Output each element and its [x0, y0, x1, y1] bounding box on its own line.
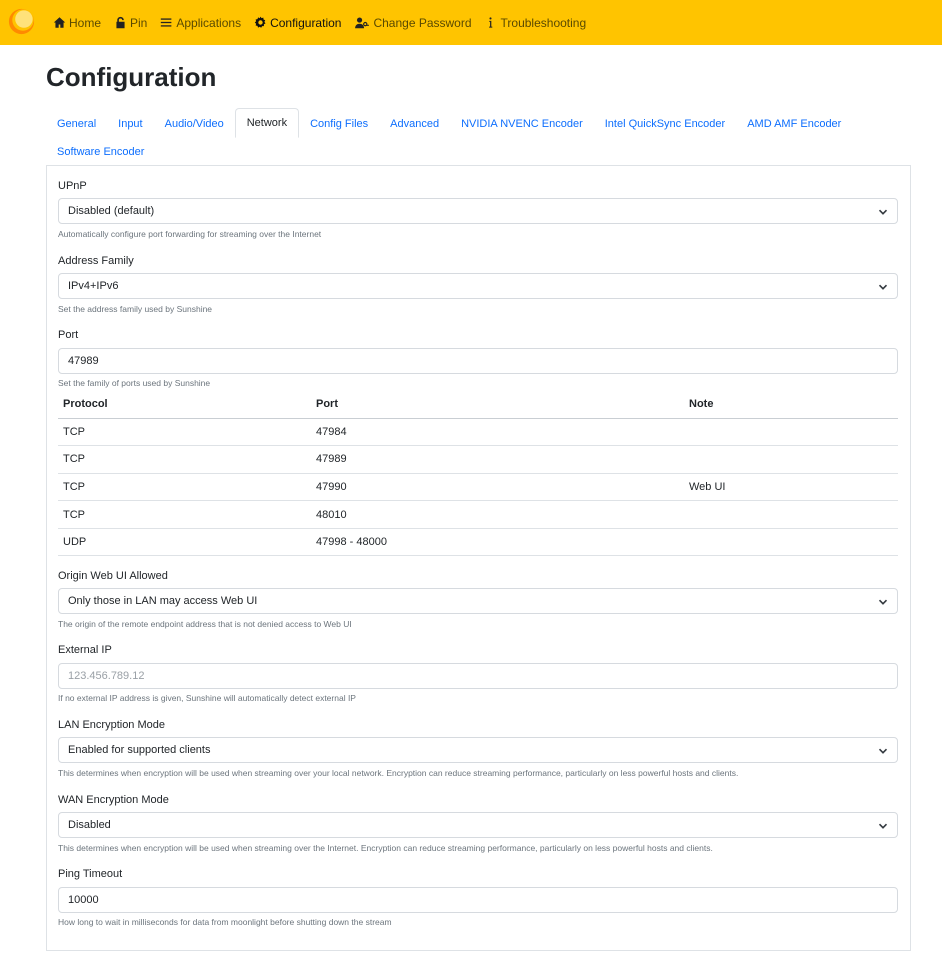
table-cell: UDP: [58, 528, 311, 557]
sunshine-logo-icon[interactable]: [6, 6, 37, 37]
nav-item-label: Pin: [130, 15, 148, 30]
ping-timeout-label: Ping Timeout: [58, 868, 123, 880]
chevron-down-icon: [878, 748, 888, 754]
nav-item-applications[interactable]: Applications: [159, 16, 241, 30]
table-cell: 48010: [311, 500, 684, 529]
external-ip-placeholder: 123.456.789.12: [68, 670, 145, 682]
table-cell: 47990: [311, 473, 684, 502]
table-cell: 47984: [311, 418, 684, 447]
list-icon: [159, 16, 173, 30]
table-header-port: Port: [311, 391, 684, 419]
tab-advanced[interactable]: Advanced: [379, 109, 450, 138]
nav-item-label: Change Password: [373, 15, 472, 30]
tab-amd-amf-encoder[interactable]: AMD AMF Encoder: [736, 109, 852, 138]
nav-item-configuration[interactable]: Configuration: [253, 16, 341, 30]
table-cell: 47998 - 48000: [311, 528, 684, 557]
tab-nvidia-nvenc-encoder[interactable]: NVIDIA NVENC Encoder: [450, 109, 594, 138]
external-ip-help: If no external IP address is given, Suns…: [58, 693, 356, 703]
lan-encryption-help: This determines when encryption will be …: [58, 768, 739, 778]
user-key-icon: [353, 16, 370, 30]
table-cell: [684, 418, 898, 447]
table-cell: [684, 528, 898, 557]
chevron-down-icon: [878, 209, 888, 215]
origin-web-ui-select-value: Only those in LAN may access Web UI: [68, 595, 258, 607]
port-label: Port: [58, 329, 79, 341]
info-icon: [484, 16, 498, 30]
table-cell: TCP: [58, 500, 311, 529]
chevron-down-icon: [878, 823, 888, 829]
tab-audio-video[interactable]: Audio/Video: [154, 109, 235, 138]
upnp-help: Automatically configure port forwarding …: [58, 229, 322, 239]
lan-encryption-label: LAN Encryption Mode: [58, 719, 165, 731]
origin-web-ui-select[interactable]: Only those in LAN may access Web UI: [58, 588, 898, 614]
chevron-down-icon: [878, 599, 888, 605]
lan-encryption-select[interactable]: Enabled for supported clients: [58, 737, 898, 763]
lan-encryption-select-value: Enabled for supported clients: [68, 744, 211, 756]
origin-web-ui-label: Origin Web UI Allowed: [58, 570, 168, 582]
config-tabs: General Input Audio/Video Network Config…: [46, 108, 911, 166]
ping-timeout-help: How long to wait in milliseconds for dat…: [58, 917, 392, 927]
table-cell: [684, 500, 898, 529]
table-row: UDP 47998 - 48000: [58, 528, 898, 557]
table-cell: TCP: [58, 418, 311, 447]
table-header-protocol: Protocol: [58, 391, 311, 419]
lock-icon: [113, 16, 127, 30]
tab-software-encoder[interactable]: Software Encoder: [46, 138, 155, 166]
tab-intel-quicksync-encoder[interactable]: Intel QuickSync Encoder: [594, 109, 736, 138]
nav-item-change-password[interactable]: Change Password: [353, 15, 472, 30]
ping-timeout-input[interactable]: 10000: [58, 887, 898, 913]
tab-general[interactable]: General: [46, 109, 107, 138]
table-cell: Web UI: [684, 473, 898, 502]
page-title: Configuration: [46, 62, 217, 92]
port-input-value: 47989: [68, 355, 99, 367]
nav-menu: Home Pin Applications Configuration Chan…: [52, 0, 598, 45]
wan-encryption-help: This determines when encryption will be …: [58, 843, 713, 853]
nav-item-pin[interactable]: Pin: [113, 16, 147, 30]
upnp-select-value: Disabled (default): [68, 205, 155, 217]
origin-web-ui-help: The origin of the remote endpoint addres…: [58, 619, 352, 629]
external-ip-input[interactable]: 123.456.789.12: [58, 663, 898, 689]
nav-item-label: Configuration: [270, 15, 342, 30]
nav-item-home[interactable]: Home: [52, 16, 101, 30]
wan-encryption-label: WAN Encryption Mode: [58, 794, 169, 806]
table-cell: TCP: [58, 473, 311, 502]
upnp-select[interactable]: Disabled (default): [58, 198, 898, 224]
table-cell: [684, 445, 898, 474]
address-family-help: Set the address family used by Sunshine: [58, 304, 213, 314]
table-row: TCP 47984: [58, 418, 898, 447]
top-navbar: Home Pin Applications Configuration Chan…: [0, 0, 942, 45]
tab-input[interactable]: Input: [107, 109, 153, 138]
address-family-select[interactable]: IPv4+IPv6: [58, 273, 898, 299]
ping-timeout-input-value: 10000: [68, 894, 99, 906]
table-header-note: Note: [684, 391, 898, 419]
port-input[interactable]: 47989: [58, 348, 898, 374]
wan-encryption-select-value: Disabled: [68, 819, 111, 831]
table-row: TCP 47990 Web UI: [58, 473, 898, 502]
chevron-down-icon: [878, 284, 888, 290]
port-table: Protocol Port Note TCP 47984 TCP 47989 T…: [58, 391, 898, 557]
table-row: TCP 48010: [58, 500, 898, 529]
gear-icon: [253, 16, 267, 30]
table-cell: 47989: [311, 445, 684, 474]
external-ip-label: External IP: [58, 644, 112, 656]
nav-item-label: Home: [69, 15, 102, 30]
table-header-row: Protocol Port Note: [58, 391, 898, 419]
port-help: Set the family of ports used by Sunshine: [58, 378, 211, 388]
table-cell: TCP: [58, 445, 311, 474]
nav-item-label: Troubleshooting: [500, 15, 587, 30]
tab-config-files[interactable]: Config Files: [299, 109, 379, 138]
network-settings-panel: UPnP Disabled (default) Automatically co…: [46, 165, 911, 951]
nav-item-label: Applications: [176, 15, 242, 30]
address-family-select-value: IPv4+IPv6: [68, 280, 119, 292]
tab-network[interactable]: Network: [234, 108, 300, 138]
upnp-label: UPnP: [58, 180, 87, 192]
address-family-label: Address Family: [58, 255, 134, 267]
nav-item-troubleshooting[interactable]: Troubleshooting: [484, 15, 587, 30]
wan-encryption-select[interactable]: Disabled: [58, 812, 898, 838]
table-row: TCP 47989: [58, 445, 898, 474]
home-icon: [52, 16, 66, 30]
